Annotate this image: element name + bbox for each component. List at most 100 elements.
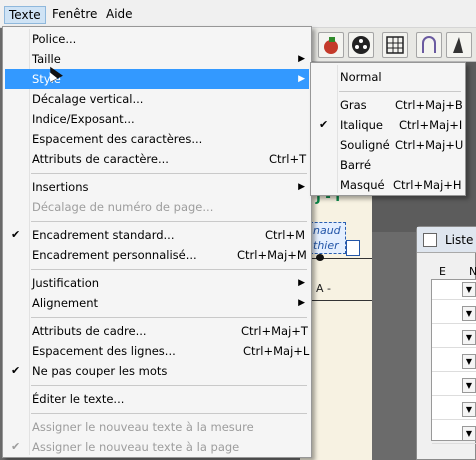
dropdown-arrow-icon[interactable]: ▼ [462,354,476,369]
list-row[interactable]: ▼ [432,280,476,300]
menu-item-alignement[interactable]: Alignement ▶ [5,293,309,313]
menu-separator [31,221,307,222]
list-row[interactable]: ▼ [432,328,476,348]
menu-item-decalage-numero-page: Décalage de numéro de page... [5,197,309,217]
menu-item-decalage-vertical[interactable]: Décalage vertical... [5,89,309,109]
menu-item-shortcut: Ctrl+M [265,228,306,242]
column-header-n: N [469,265,476,278]
menu-separator [31,413,307,414]
menu-item-label: Éditer le texte... [32,392,125,406]
dropdown-arrow-icon[interactable]: ▼ [462,426,476,441]
menu-item-ne-pas-couper[interactable]: ✔ Ne pas couper les mots [5,361,309,381]
menu-item-encadrement-personnalise[interactable]: Encadrement personnalisé... Ctrl+Maj+M [5,245,309,265]
checkmark-icon: ✔ [11,440,21,453]
menu-item-label: Gras [340,98,367,112]
submenu-arrow-icon: ▶ [298,278,305,288]
frame-handle[interactable] [346,240,360,256]
shape-tool-button[interactable] [416,32,442,58]
menu-item-espacement-caracteres[interactable]: Espacement des caractères... [5,129,309,149]
menubar: Texte Fenêtre Aide [0,0,476,28]
menu-item-italique[interactable]: ✔ Italique Ctrl+Maj+I [313,115,463,135]
menu-item-label: Police... [32,32,77,46]
menu-item-label: Justification [32,276,100,290]
arch-icon [422,36,436,53]
menu-item-espacement-lignes[interactable]: Espacement des lignes... Ctrl+Maj+L [5,341,309,361]
menu-separator [31,385,307,386]
menu-item-barre[interactable]: Barré [313,155,463,175]
list-window: Liste d E N ▼ ▼ ▼ ▼ ▼ ▼ ▼ [416,226,476,460]
toolbar [310,28,476,62]
music-note [316,254,324,261]
menu-item-shortcut: Ctrl+Maj+B [395,98,463,112]
menu-item-label: Barré [340,158,372,172]
menu-item-masque[interactable]: Masqué Ctrl+Maj+H [313,175,463,195]
menu-item-gras[interactable]: Gras Ctrl+Maj+B [313,95,463,115]
menu-item-label: Italique [340,118,384,132]
menu-texte[interactable]: Texte [4,6,46,24]
menu-item-shortcut: Ctrl+T [269,152,307,166]
list-grid: ▼ ▼ ▼ ▼ ▼ ▼ ▼ [431,279,476,444]
menu-item-label: Ne pas couper les mots [32,364,168,378]
menu-item-normal[interactable]: Normal [313,67,463,87]
list-window-titlebar[interactable]: Liste d [417,227,476,253]
menu-item-encadrement-standard[interactable]: ✔ Encadrement standard... Ctrl+M [5,225,309,245]
list-row[interactable]: ▼ [432,376,476,396]
grid-tool-button[interactable] [382,32,408,58]
menu-item-shortcut: Ctrl+Maj+M [237,248,307,262]
menu-item-shortcut: Ctrl+Maj+T [241,324,308,338]
menu-separator [339,91,461,92]
dropdown-arrow-icon[interactable]: ▼ [462,378,476,393]
menu-item-label: Souligné [340,138,390,152]
menu-item-souligne[interactable]: Souligné Ctrl+Maj+U [313,135,463,155]
menu-item-label: Décalage vertical... [32,92,144,106]
menu-item-label: Décalage de numéro de page... [32,200,214,214]
reel-tool-button[interactable] [348,32,374,58]
checkmark-icon: ✔ [11,364,21,377]
selected-text-line: naud [313,224,341,237]
menu-item-justification[interactable]: Justification ▶ [5,273,309,293]
menu-item-label: Encadrement standard... [32,228,175,242]
pen-tool-button[interactable] [446,32,472,58]
menu-fenetre[interactable]: Fenêtre [48,6,101,24]
list-row[interactable]: ▼ [432,400,476,420]
menu-item-label: Masqué [340,178,385,192]
menu-item-indice-exposant[interactable]: Indice/Exposant... [5,109,309,129]
selected-text-frame[interactable]: naud thier [310,222,346,254]
window-icon [423,233,437,247]
style-submenu: Normal Gras Ctrl+Maj+B ✔ Italique Ctrl+M… [310,62,466,196]
menu-item-police[interactable]: Police... [5,29,309,49]
list-row[interactable]: ▼ [432,424,476,444]
menu-item-attributs-caractere[interactable]: Attributs de caractère... Ctrl+T [5,149,309,169]
menu-separator [31,173,307,174]
dropdown-arrow-icon[interactable]: ▼ [462,282,476,297]
menu-item-insertions[interactable]: Insertions ▶ [5,177,309,197]
menu-separator [31,269,307,270]
menu-item-label: Espacement des lignes... [32,344,176,358]
texte-menu: Police... Taille ▶ Style ▶ Décalage vert… [2,26,312,458]
dropdown-arrow-icon[interactable]: ▼ [462,330,476,345]
color-tool-button[interactable] [318,32,344,58]
menu-aide[interactable]: Aide [102,6,137,24]
menu-item-label: Indice/Exposant... [32,112,135,126]
submenu-arrow-icon: ▶ [298,54,305,64]
menu-separator [31,317,307,318]
checkmark-icon: ✔ [11,228,21,241]
list-window-title: Liste d [445,233,476,247]
submenu-arrow-icon: ▶ [298,182,305,192]
list-row[interactable]: ▼ [432,352,476,372]
list-row[interactable]: ▼ [432,304,476,324]
menu-item-label: Normal [340,70,382,84]
dropdown-arrow-icon[interactable]: ▼ [462,402,476,417]
dropdown-arrow-icon[interactable]: ▼ [462,306,476,321]
menu-item-label: Attributs de cadre... [32,324,147,338]
menu-item-label: Encadrement personnalisé... [32,248,197,262]
menu-item-assigner-page: ✔ Assigner le nouveau texte à la page [5,437,309,457]
menu-item-attributs-cadre[interactable]: Attributs de cadre... Ctrl+Maj+T [5,321,309,341]
menu-item-label: Espacement des caractères... [32,132,203,146]
menu-item-editer-texte[interactable]: Éditer le texte... [5,389,309,409]
reel-icon [352,36,370,54]
submenu-arrow-icon: ▶ [298,298,305,308]
menu-item-label: Assigner le nouveau texte à la mesure [32,420,254,434]
grid-icon [386,36,404,54]
selected-text-line: thier [313,239,339,252]
